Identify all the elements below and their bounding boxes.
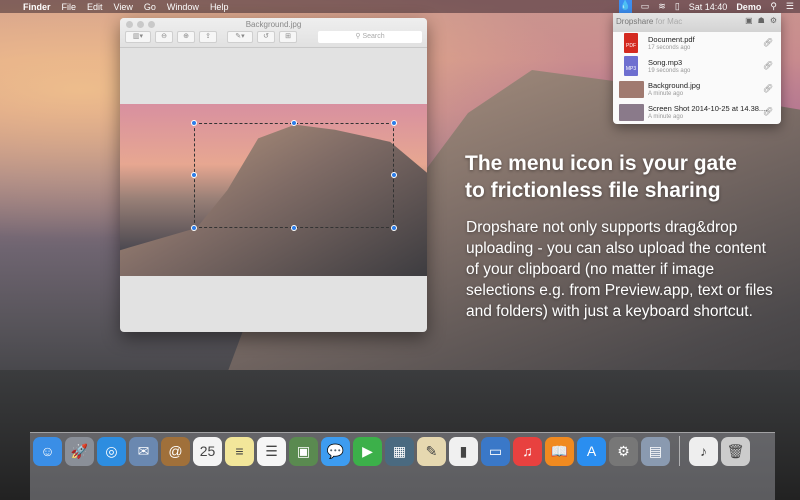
dock-notes-icon[interactable]: ≡ <box>225 436 254 466</box>
file-thumbnail-icon: MP3 <box>624 56 638 76</box>
dock-image-capture-icon[interactable]: ▦ <box>385 436 414 466</box>
window-title: Background.jpg <box>245 20 302 29</box>
selection-handle[interactable] <box>391 172 397 178</box>
dock-preview-icon[interactable]: ▤ <box>641 436 670 466</box>
menu-app-finder[interactable]: Finder <box>23 2 51 12</box>
dock-contacts-icon[interactable]: @ <box>161 436 190 466</box>
dropshare-title: Dropshare <box>616 17 654 26</box>
airplay-icon[interactable]: ▭ <box>641 1 650 12</box>
menu-view[interactable]: View <box>114 2 133 12</box>
file-thumbnail-icon: PDF <box>624 33 638 53</box>
dock-documents-icon[interactable]: ♪ <box>689 436 718 466</box>
selection-handle[interactable] <box>391 120 397 126</box>
dock-messages-icon[interactable]: 💬 <box>321 436 350 466</box>
menu-bar: Finder File Edit View Go Window Help 💧 ▭… <box>0 0 800 13</box>
dock-mail-icon[interactable]: ✉ <box>129 436 158 466</box>
dock-itunes-icon[interactable]: ♫ <box>513 436 542 466</box>
file-list-item[interactable]: PDF Document.pdf 17 seconds ago 🔗︎ <box>613 32 781 55</box>
dock-trash-icon[interactable]: 🗑 <box>721 436 750 466</box>
dock-ibooks-icon[interactable]: 📖 <box>545 436 574 466</box>
headline-line: The menu icon is your gate <box>465 152 737 175</box>
file-name: Screen Shot 2014-10-25 at 14.38.... <box>648 104 768 113</box>
search-input[interactable]: ⚲ Search <box>318 31 422 43</box>
selection-rectangle[interactable] <box>194 123 394 228</box>
dock-numbers-icon[interactable]: ▮ <box>449 436 478 466</box>
dock-app-store-icon[interactable]: A <box>577 436 606 466</box>
copy-link-icon[interactable]: 🔗︎ <box>763 84 773 93</box>
dock-calendar-icon[interactable]: 25 <box>193 436 222 466</box>
file-list-item[interactable]: Background.jpg A minute ago 🔗︎ <box>613 78 781 101</box>
file-thumbnail-icon <box>619 104 644 121</box>
dropshare-popup: Dropshare for Mac ▣ ☗ ⚙ PDF Document.pdf 1… <box>613 13 781 124</box>
selection-handle[interactable] <box>391 225 397 231</box>
user-menu[interactable]: Demo <box>736 2 761 12</box>
dock-photo-booth-icon[interactable]: ▣ <box>289 436 318 466</box>
dock-textedit-icon[interactable]: ✎ <box>417 436 446 466</box>
preview-window: Background.jpg ▥▾ ⊖ ⊕ ⇪ ✎▾ ↺ ⊞ ⚲ Search <box>120 18 427 332</box>
wifi-icon[interactable]: ≋ <box>658 1 666 12</box>
file-name: Document.pdf <box>648 35 695 44</box>
notification-center-icon[interactable]: ☰ <box>786 1 794 12</box>
clock[interactable]: Sat 14:40 <box>689 2 728 12</box>
file-list-item[interactable]: Screen Shot 2014-10-25 at 14.38.... A mi… <box>613 101 781 124</box>
markup-pen-icon[interactable]: ✎▾ <box>227 31 253 43</box>
zoom-out-icon[interactable]: ⊖ <box>155 31 173 43</box>
dock-finder-icon[interactable]: ☺ <box>33 436 62 466</box>
file-thumbnail-icon <box>619 81 644 98</box>
rotate-icon[interactable]: ↺ <box>257 31 275 43</box>
selection-handle[interactable] <box>291 225 297 231</box>
preview-titlebar: Background.jpg ▥▾ ⊖ ⊕ ⇪ ✎▾ ↺ ⊞ ⚲ Search <box>120 18 427 48</box>
dock-safari-icon[interactable]: ◎ <box>97 436 126 466</box>
dock-facetime-icon[interactable]: ▶ <box>353 436 382 466</box>
file-time: 19 seconds ago <box>648 68 691 74</box>
file-list-item[interactable]: MP3 Song.mp3 19 seconds ago 🔗︎ <box>613 55 781 78</box>
dock-keynote-icon[interactable]: ▭ <box>481 436 510 466</box>
selection-handle[interactable] <box>191 120 197 126</box>
copy-link-icon[interactable]: 🔗︎ <box>763 61 773 70</box>
zoom-in-icon[interactable]: ⊕ <box>177 31 195 43</box>
menu-help[interactable]: Help <box>210 2 229 12</box>
copy-link-icon[interactable]: 🔗︎ <box>763 38 773 47</box>
file-name: Song.mp3 <box>648 58 683 67</box>
settings-icon[interactable]: ⚙ <box>770 16 777 25</box>
toolbox-icon[interactable]: ⊞ <box>279 31 297 43</box>
selection-handle[interactable] <box>291 120 297 126</box>
screencast-icon[interactable]: ☗ <box>758 16 765 25</box>
dock-reminders-icon[interactable]: ☰ <box>257 436 286 466</box>
headline-line: to frictionless file sharing <box>465 179 721 202</box>
dock-separator <box>679 436 680 466</box>
menu-edit[interactable]: Edit <box>87 2 103 12</box>
headline: The menu icon is your gate to frictionle… <box>465 150 737 204</box>
dropshare-subtitle: for Mac <box>655 17 683 26</box>
dropshare-header: Dropshare for Mac ▣ ☗ ⚙ <box>613 13 781 32</box>
battery-icon[interactable]: ▯ <box>675 1 680 12</box>
dropshare-menu-icon[interactable]: 💧 <box>618 0 632 13</box>
dock-launchpad-icon[interactable]: 🚀 <box>65 436 94 466</box>
selection-handle[interactable] <box>191 225 197 231</box>
file-time: 17 seconds ago <box>648 45 691 51</box>
file-time: A minute ago <box>648 114 684 120</box>
copy-link-icon[interactable]: 🔗︎ <box>763 107 773 116</box>
menu-file[interactable]: File <box>62 2 77 12</box>
preview-image[interactable] <box>120 104 427 276</box>
file-time: A minute ago <box>648 91 684 97</box>
sidebar-toggle-icon[interactable]: ▥▾ <box>125 31 151 43</box>
share-icon[interactable]: ⇪ <box>199 31 217 43</box>
file-name: Background.jpg <box>648 81 701 90</box>
selection-handle[interactable] <box>191 172 197 178</box>
menu-go[interactable]: Go <box>144 2 156 12</box>
spotlight-icon[interactable]: ⚲ <box>770 1 777 12</box>
screenshot-icon[interactable]: ▣ <box>745 16 753 25</box>
body-text: Dropshare not only supports drag&drop up… <box>466 219 773 320</box>
menu-window[interactable]: Window <box>167 2 199 12</box>
dock-system-preferences-icon[interactable]: ⚙ <box>609 436 638 466</box>
